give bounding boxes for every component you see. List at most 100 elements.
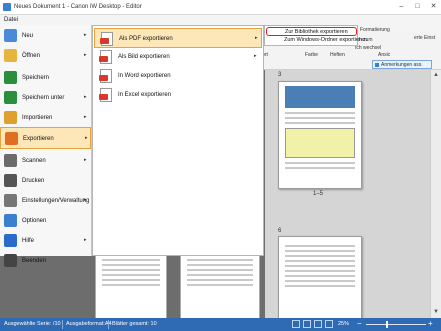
export-submenu-item[interactable]: Als Bild exportieren ▸ bbox=[94, 47, 262, 67]
save-as-icon bbox=[4, 91, 17, 104]
printer-icon bbox=[4, 174, 17, 187]
view-single-page-icon[interactable] bbox=[292, 320, 300, 328]
export-to-library-item[interactable]: Zur Bibliothek exportieren bbox=[266, 27, 357, 36]
chevron-right-icon: ▸ bbox=[84, 114, 87, 120]
page-range-label: 1–5 bbox=[313, 191, 324, 197]
page-number-bottom: 6 bbox=[278, 228, 282, 234]
export-submenu-item[interactable]: In Excel exportieren bbox=[94, 85, 262, 105]
options-icon bbox=[4, 214, 17, 227]
page-number-top: 3 bbox=[278, 72, 282, 78]
open-folder-icon bbox=[4, 49, 17, 62]
file-menu-item-label: Einstellungen/Verwaltung bbox=[22, 198, 90, 204]
export-submenu-item-label: Als PDF exportieren bbox=[119, 36, 173, 42]
maximize-button[interactable]: □ bbox=[410, 0, 425, 14]
file-menu-item-label: Speichern bbox=[22, 75, 50, 81]
export-submenu: Als PDF exportieren ▸ Als Bild exportieren… bbox=[92, 25, 264, 256]
word-file-icon bbox=[99, 69, 112, 83]
file-menu-item[interactable]: Einstellungen/Verwaltung ▸ bbox=[0, 190, 91, 212]
chevron-right-icon: ▸ bbox=[85, 135, 88, 141]
background-page bbox=[95, 250, 167, 320]
pdf-export-submenu: Zur Bibliothek exportieren Zum Windows-Or… bbox=[264, 25, 367, 46]
export-submenu-item-label: Als Bild exportieren bbox=[118, 54, 170, 60]
zoom-slider-thumb[interactable] bbox=[386, 321, 388, 328]
ribbon-group-color: Farbe bbox=[305, 52, 319, 58]
chevron-right-icon: ▸ bbox=[255, 35, 258, 41]
chevron-right-icon: ▸ bbox=[84, 157, 87, 163]
view-fit-icon[interactable] bbox=[325, 320, 333, 328]
help-icon bbox=[4, 234, 17, 247]
file-tab[interactable]: Datei bbox=[4, 17, 18, 23]
app-logo-icon bbox=[3, 3, 11, 11]
status-bar: Ausgewählte Serie: /10 Ausgabeformat:A4 … bbox=[0, 318, 441, 331]
image-file-icon bbox=[99, 50, 112, 64]
file-menu-item[interactable]: Hilfe ▸ bbox=[0, 230, 91, 252]
file-menu-item-label: Importieren bbox=[22, 115, 53, 121]
file-menu-item[interactable]: Speichern unter ▸ bbox=[0, 87, 91, 109]
export-submenu-item-label: In Word exportieren bbox=[118, 73, 171, 79]
export-submenu-item[interactable]: In Word exportieren bbox=[94, 66, 262, 86]
close-icon bbox=[4, 254, 17, 267]
status-sheets: Blätter gesamt: 10 bbox=[112, 321, 157, 327]
file-menu-item-label: Optionen bbox=[22, 218, 47, 224]
file-menu-item-label: Exportieren bbox=[23, 136, 54, 142]
annotations-button[interactable]: Anmerkungen ass. bbox=[372, 60, 432, 69]
export-submenu-item[interactable]: Als PDF exportieren ▸ bbox=[94, 28, 262, 48]
page-thumbnail[interactable] bbox=[278, 81, 362, 189]
file-menu-item[interactable]: Neu ▸ bbox=[0, 25, 91, 47]
file-menu-item-label: Neu bbox=[22, 33, 34, 39]
import-icon bbox=[4, 111, 17, 124]
file-menu-item-label: Scannen bbox=[22, 158, 46, 164]
file-menu-item[interactable]: Optionen bbox=[0, 210, 91, 232]
view-thumbnail-icon[interactable] bbox=[314, 320, 322, 328]
file-menu-item[interactable]: Beenden bbox=[0, 250, 91, 272]
file-menu-item[interactable]: Importieren ▸ bbox=[0, 107, 91, 129]
background-page bbox=[180, 250, 260, 320]
status-selection: Ausgewählte Serie: /10 bbox=[4, 321, 61, 327]
chevron-right-icon: ▸ bbox=[84, 197, 87, 203]
zoom-out-icon[interactable]: − bbox=[357, 319, 362, 328]
ribbon-label-formatting[interactable]: Formatierung bbox=[360, 27, 390, 33]
file-menu-item[interactable]: Speichern bbox=[0, 67, 91, 89]
page-table bbox=[285, 128, 355, 158]
file-menu-item[interactable]: Öffnen ▸ bbox=[0, 45, 91, 67]
gear-icon bbox=[4, 194, 17, 207]
chevron-right-icon: ▸ bbox=[84, 237, 87, 243]
file-menu-item-label: Beenden bbox=[22, 258, 47, 264]
page-thumbnail[interactable] bbox=[278, 236, 362, 320]
ribbon-group-view: Ansic bbox=[378, 52, 391, 58]
file-menu-item-label: Drucken bbox=[22, 178, 45, 184]
document-area[interactable]: 3 1–5 6 bbox=[265, 70, 441, 320]
export-to-windows-folder-item[interactable]: Zum Windows-Ordner exportieren bbox=[266, 36, 367, 45]
file-menu: Neu ▸ Öffnen ▸ Speichern Speichern unter ▸ Impo… bbox=[0, 25, 92, 267]
file-menu-item[interactable]: Drucken bbox=[0, 170, 91, 192]
chevron-right-icon: ▸ bbox=[84, 94, 87, 100]
zoom-slider[interactable] bbox=[366, 324, 426, 325]
ribbon-label-settings[interactable]: erte Einst bbox=[414, 35, 435, 41]
save-icon bbox=[4, 71, 17, 84]
title-bar: Neues Dokument 1 - Canon iW Desktop - Ed… bbox=[0, 0, 441, 15]
new-document-icon bbox=[4, 29, 17, 42]
pdf-file-icon bbox=[100, 32, 113, 46]
file-menu-item-label: Öffnen bbox=[22, 53, 40, 59]
window-title: Neues Dokument 1 - Canon iW Desktop - Ed… bbox=[14, 4, 142, 10]
ribbon-group-staple: Heften bbox=[330, 52, 345, 58]
ribbon-label-switch[interactable]: Ich wechsel bbox=[355, 45, 381, 51]
chevron-right-icon: ▸ bbox=[84, 52, 87, 58]
zoom-level: 25% bbox=[338, 321, 350, 327]
status-format: Ausgabeformat:A4 bbox=[66, 321, 112, 327]
file-menu-item-label: Speichern unter bbox=[22, 95, 65, 101]
file-menu-item[interactable]: Scannen ▸ bbox=[0, 150, 91, 172]
chevron-right-icon: ▸ bbox=[84, 32, 87, 38]
vertical-scrollbar[interactable]: ▲ ▼ bbox=[430, 70, 441, 318]
scroll-up-icon[interactable]: ▲ bbox=[432, 71, 440, 79]
close-window-button[interactable]: ✕ bbox=[426, 0, 441, 14]
zoom-in-icon[interactable]: + bbox=[428, 319, 433, 328]
file-menu-item-label: Hilfe bbox=[22, 238, 35, 244]
minimize-button[interactable]: – bbox=[394, 0, 409, 14]
view-two-page-icon[interactable] bbox=[303, 320, 311, 328]
export-submenu-item-label: In Excel exportieren bbox=[118, 92, 172, 98]
chevron-right-icon: ▸ bbox=[254, 53, 257, 59]
scroll-down-icon[interactable]: ▼ bbox=[432, 308, 440, 316]
excel-file-icon bbox=[99, 88, 112, 102]
file-menu-item[interactable]: Exportieren ▸ bbox=[0, 127, 91, 149]
